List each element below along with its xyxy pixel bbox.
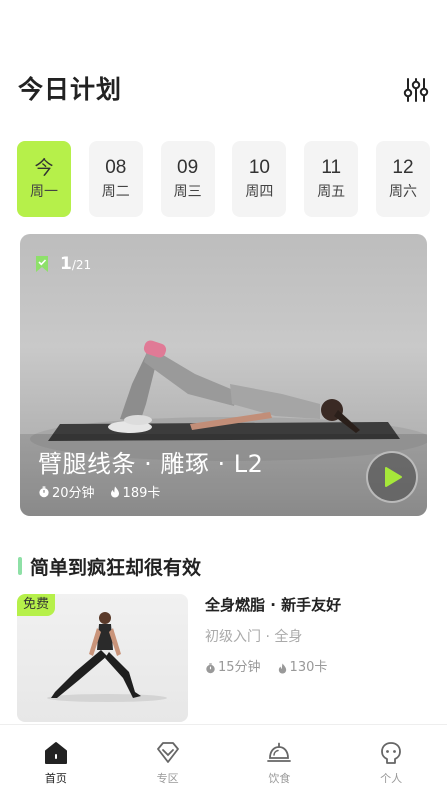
day-number: 09 <box>177 157 199 178</box>
workout-meta: 20分钟 189卡 <box>38 482 160 501</box>
progress-total: 21 <box>75 258 92 272</box>
day-weekday: 周六 <box>388 184 417 200</box>
day-number: 08 <box>105 157 127 178</box>
tab-label: 首页 <box>44 772 67 785</box>
course-thumbnail: 免费 <box>17 594 188 722</box>
flame-icon <box>278 662 286 674</box>
tab-diet[interactable]: 饮食 <box>224 725 336 795</box>
day-number: 今 <box>34 157 54 179</box>
course-duration: 15分钟 <box>218 660 261 675</box>
workout-title: 臂腿线条 · 雕琢 · L2 <box>38 450 264 478</box>
filter-button[interactable] <box>402 76 430 104</box>
day-number: 10 <box>248 157 270 178</box>
play-icon <box>385 467 402 487</box>
plan-progress: 1 / 21 <box>35 254 91 274</box>
profile-icon <box>381 742 402 764</box>
cloche-icon <box>267 742 292 762</box>
free-badge: 免费 <box>17 594 56 616</box>
day-chip-wed[interactable]: 09 周三 <box>160 141 215 217</box>
workout-duration: 20分钟 <box>52 486 95 501</box>
day-number: 11 <box>321 157 342 178</box>
bottom-tab-bar: 首页 专区 饮食 个人 <box>0 724 447 795</box>
day-number: 12 <box>392 157 414 178</box>
day-chip-sat[interactable]: 12 周六 <box>375 141 430 217</box>
day-chip-thu[interactable]: 10 周四 <box>232 141 287 217</box>
timer-icon <box>39 485 49 497</box>
home-icon <box>44 742 67 764</box>
tab-label: 个人 <box>380 772 403 785</box>
tab-profile[interactable]: 个人 <box>335 725 447 795</box>
sliders-icon <box>403 78 429 102</box>
course-meta: 15分钟 130卡 <box>205 658 327 678</box>
day-weekday: 周四 <box>245 184 274 200</box>
day-weekday: 周三 <box>173 184 202 200</box>
tab-label: 饮食 <box>268 772 291 785</box>
tab-home[interactable]: 首页 <box>0 725 112 795</box>
diamond-icon <box>156 742 179 763</box>
course-title: 全身燃脂 · 新手友好 <box>205 596 342 614</box>
page-title: 今日计划 <box>18 75 123 104</box>
section-header: 简单到疯狂却很有效 <box>18 553 201 579</box>
day-chip-fri[interactable]: 11 周五 <box>304 141 359 217</box>
course-subtitle: 初级入门 · 全身 <box>205 629 303 645</box>
tab-label: 专区 <box>156 772 179 785</box>
course-calories: 130卡 <box>289 660 328 675</box>
progress-current: 1 <box>60 254 72 274</box>
tab-zone[interactable]: 专区 <box>112 725 224 795</box>
day-weekday: 周五 <box>317 184 346 200</box>
section-title: 简单到疯狂却很有效 <box>30 556 202 579</box>
course-card[interactable]: 免费 全身燃脂 · 新手友好 初级入门 · 全身 15分钟 130卡 <box>17 594 430 722</box>
workout-hero-card[interactable]: 1 / 21 臂腿线条 · 雕琢 · L2 20分钟 189卡 <box>20 234 427 516</box>
day-weekday: 周二 <box>101 184 130 200</box>
day-selector: 今 周一 08 周二 09 周三 10 周四 11 周五 12 周六 <box>17 141 430 217</box>
play-button[interactable] <box>366 451 418 503</box>
day-chip-tue[interactable]: 08 周二 <box>88 141 143 217</box>
flame-icon <box>110 486 119 497</box>
day-weekday: 周一 <box>30 184 58 200</box>
workout-calories: 189卡 <box>122 486 161 501</box>
day-chip-mon[interactable]: 今 周一 <box>17 141 71 217</box>
timer-icon <box>206 662 215 673</box>
section-accent-bar <box>18 557 22 575</box>
bookmark-icon <box>36 256 48 272</box>
header: 今日计划 <box>18 72 430 108</box>
